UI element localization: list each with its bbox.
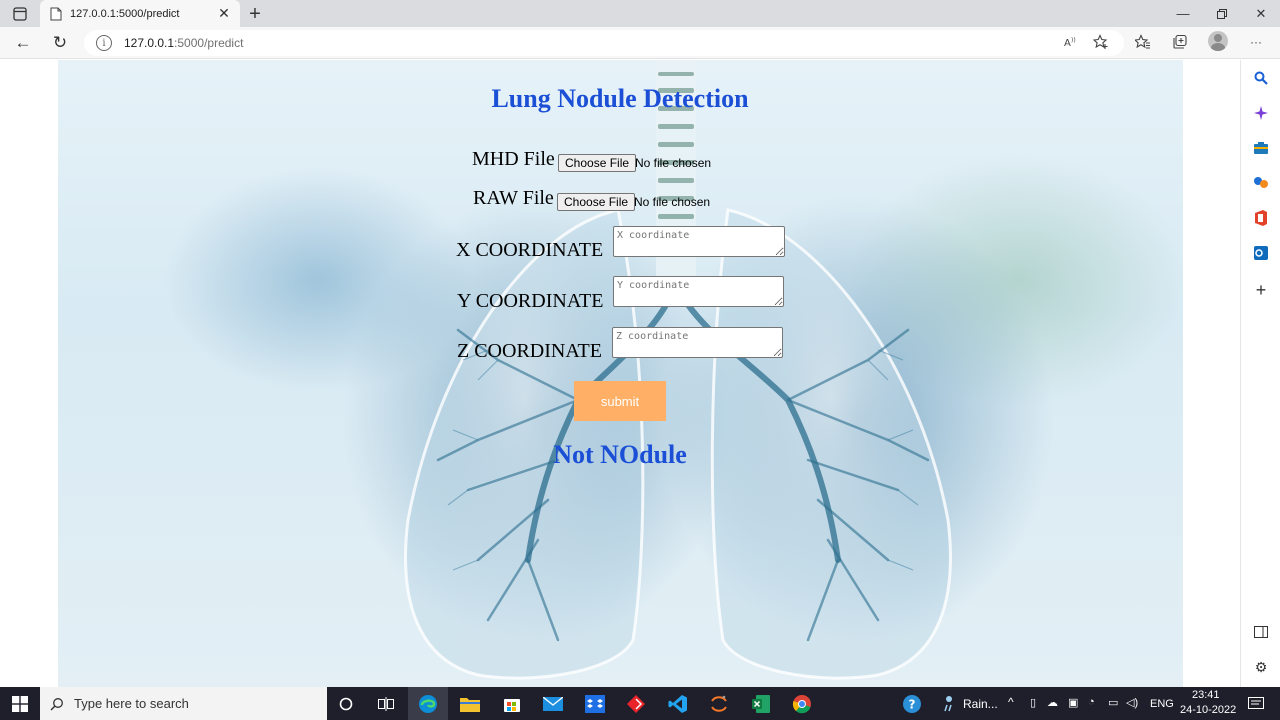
svg-text:?: ? [909,698,916,712]
taskbar-search-icon [50,697,63,711]
favorites-icon[interactable] [1132,31,1154,53]
x-coordinate-input[interactable] [613,226,785,257]
back-icon[interactable]: ← [10,31,36,55]
mhd-file-label: MHD File [472,148,555,170]
settings-more-icon[interactable]: ··· [1245,31,1267,53]
file-explorer-icon[interactable] [458,692,482,716]
tools-icon[interactable] [1251,138,1271,158]
microsoft-store-icon[interactable] [500,692,524,716]
mhd-choose-file-button[interactable]: Choose File [558,154,637,172]
language-indicator[interactable]: ENG [1150,698,1174,710]
jupyter-icon[interactable] [707,692,731,716]
y-coordinate-input[interactable] [613,276,784,307]
volume-icon[interactable]: ◁) [1126,696,1138,709]
submit-button[interactable]: submit [574,381,666,421]
cortana-icon[interactable] [334,692,358,716]
profile-avatar[interactable] [1208,31,1228,51]
notifications-icon[interactable] [1244,692,1268,716]
taskbar-search-placeholder: Type here to search [74,696,189,711]
windows-taskbar: Type here to search ? Rain... ^ ▯ ☁ ▣ ◔ … [0,687,1280,720]
raw-choose-file-button[interactable]: Choose File [557,193,636,211]
refresh-icon[interactable]: ↻ [47,31,73,55]
cloud-icon[interactable]: ☁ [1047,696,1058,709]
tab-title: 127.0.0.1:5000/predict [70,7,180,20]
windows-start-icon[interactable] [0,687,40,720]
page-icon [48,6,64,22]
new-tab-icon[interactable]: + [244,3,266,25]
dropbox-icon[interactable] [583,692,607,716]
prediction-result: Not NOdule [553,440,687,469]
add-sidebar-app-icon[interactable]: + [1251,280,1271,300]
tab-actions-icon[interactable] [8,5,32,23]
app-diamond-icon[interactable] [624,692,648,716]
hide-sidebar-icon[interactable] [1251,622,1271,642]
x-coordinate-label: X COORDINATE [456,239,604,261]
edge-sidebar: + ⚙ [1240,60,1280,687]
discover-icon[interactable] [1251,103,1271,123]
svg-text:A: A [1064,38,1071,48]
battery-icon[interactable]: ▭ [1108,696,1118,709]
add-favorite-icon[interactable] [1090,31,1112,53]
sidebar-settings-icon[interactable]: ⚙ [1251,657,1271,677]
search-icon[interactable] [1251,68,1271,88]
browser-titlebar: 127.0.0.1:5000/predict ✕ + — ✕ [0,0,1280,27]
tab-close-icon[interactable]: ✕ [216,5,232,22]
outlook-icon[interactable] [1251,243,1271,263]
excel-icon[interactable] [749,692,773,716]
collections-icon[interactable] [1169,31,1191,53]
chrome-icon[interactable] [790,692,814,716]
office-icon[interactable] [1251,208,1271,228]
page-title: Lung Nodule Detection [491,84,749,113]
task-view-icon[interactable] [374,692,398,716]
address-bar[interactable]: i 127.0.0.1:5000/predict [84,30,1124,56]
taskbar-search-box[interactable]: Type here to search [40,687,327,720]
display-icon[interactable]: ▣ [1068,696,1078,709]
url-host: 127.0.0.1 [124,36,175,50]
games-icon[interactable] [1251,173,1271,193]
edge-taskbar-icon[interactable] [416,692,440,716]
vscode-icon[interactable] [666,692,690,716]
mail-icon[interactable] [541,692,565,716]
clock-time[interactable]: 23:41 [1192,689,1220,701]
predict-form: Lung Nodule Detection MHD File Choose Fi… [0,60,1240,687]
raw-file-label: RAW File [473,187,554,209]
clock-date[interactable]: 24-10-2022 [1180,704,1236,716]
svg-text:)): )) [1071,37,1076,44]
close-window-icon[interactable]: ✕ [1242,0,1280,27]
z-coordinate-input[interactable] [612,327,783,358]
mhd-file-status: No file chosen [635,156,712,170]
show-hidden-icons-icon[interactable]: ^ [1008,695,1014,709]
site-info-icon[interactable]: i [96,35,112,51]
raw-file-status: No file chosen [634,195,711,209]
restore-icon[interactable] [1203,0,1241,27]
help-icon[interactable]: ? [900,692,924,716]
y-coordinate-label: Y COORDINATE [457,290,604,312]
minimize-icon[interactable]: — [1164,0,1202,27]
browser-toolbar: ← ↻ i 127.0.0.1:5000/predict A)) ··· [0,27,1280,59]
weather-icon[interactable] [938,692,962,716]
device-icon[interactable]: ▯ [1030,696,1036,709]
url-path: :5000/predict [174,36,244,50]
browser-tab-active[interactable]: 127.0.0.1:5000/predict ✕ [40,0,240,27]
page-viewport: Lung Nodule Detection MHD File Choose Fi… [0,60,1240,687]
weather-text[interactable]: Rain... [963,697,998,711]
read-aloud-icon[interactable]: A)) [1060,31,1082,53]
z-coordinate-label: Z COORDINATE [457,340,602,362]
wifi-icon[interactable]: ◔ [1088,696,1095,708]
